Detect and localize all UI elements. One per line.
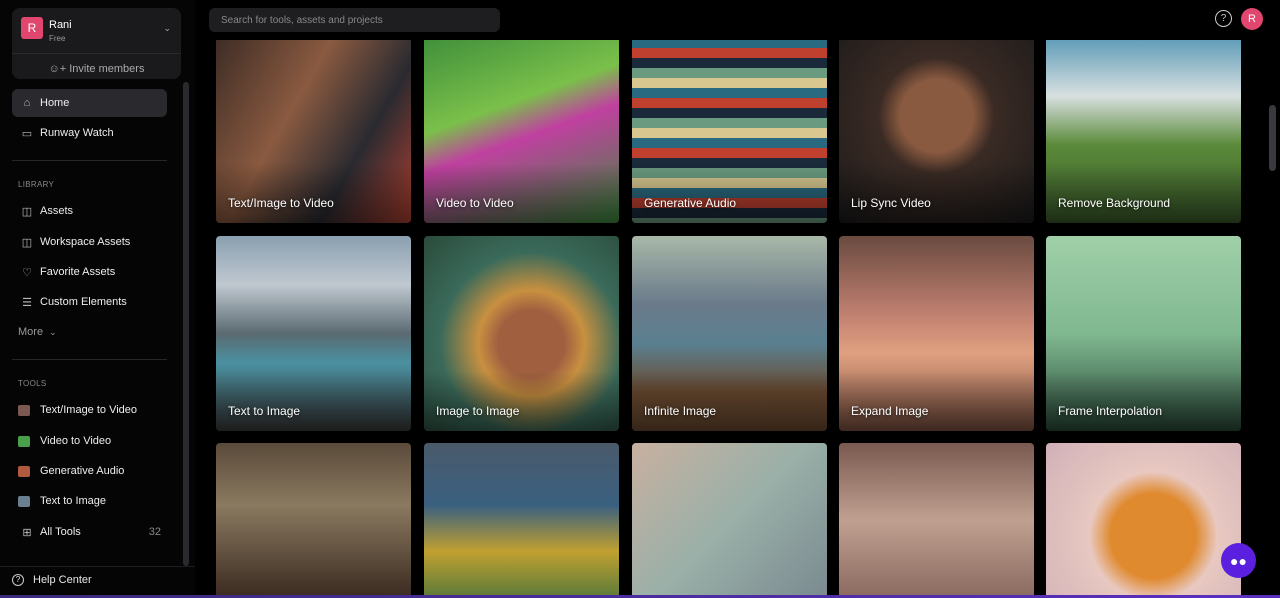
- workspace-switcher[interactable]: R Rani Free ⌄ ☺+ Invite members: [12, 8, 181, 79]
- user-plus-icon: ☺+: [48, 63, 70, 75]
- tool-card-label: Remove Background: [1058, 196, 1171, 210]
- tool-card-label: Infinite Image: [644, 404, 717, 418]
- sidebar-scrollbar[interactable]: [183, 82, 189, 566]
- chevron-down-icon[interactable]: ⌄: [163, 23, 171, 34]
- tools-count: 32: [148, 526, 161, 538]
- nav-label: Runway Watch: [40, 127, 114, 139]
- heart-icon: ♡: [22, 266, 32, 279]
- sidebar-item-runway-watch[interactable]: ▭ Runway Watch: [12, 119, 167, 147]
- tool-card-label: Expand Image: [851, 404, 929, 418]
- tools-grid: Text/Image to Video Video to Video Generat…: [195, 0, 1265, 598]
- tool-card-label: Frame Interpolation: [1058, 404, 1163, 418]
- more-label: More: [18, 326, 44, 338]
- help-label: Help Center: [33, 573, 92, 586]
- help-icon[interactable]: ?: [1215, 10, 1232, 27]
- tool-card[interactable]: [424, 443, 619, 598]
- nav-label: Text to Image: [40, 495, 107, 507]
- help-icon: ?: [12, 573, 24, 586]
- tool-thumbnail-icon: [18, 495, 30, 507]
- sidebar-all-tools[interactable]: ⊞ All Tools 32: [12, 518, 167, 546]
- tool-card-label: Generative Audio: [644, 196, 737, 210]
- nav-label: Assets: [40, 205, 74, 217]
- sidebar-item-assets[interactable]: ◫ Assets: [12, 197, 167, 225]
- nav-label: Generative Audio: [40, 465, 125, 477]
- workspace-avatar: R: [21, 17, 43, 39]
- tool-card[interactable]: Image to Image: [424, 236, 619, 431]
- tool-card-label: Lip Sync Video: [851, 196, 931, 210]
- nav-label: Video to Video: [40, 435, 112, 447]
- tool-card-label: Text/Image to Video: [228, 196, 334, 210]
- sidebar-item-home[interactable]: ⌂ Home: [12, 89, 167, 117]
- tool-card[interactable]: Frame Interpolation: [1046, 236, 1241, 431]
- library-heading: LIBRARY: [18, 180, 55, 189]
- sidebar-tool-generative-audio[interactable]: Generative Audio: [12, 457, 167, 485]
- tools-heading: TOOLS: [18, 379, 47, 388]
- nav-label: All Tools: [40, 526, 81, 538]
- sliders-icon: ☰: [22, 296, 32, 309]
- tool-card[interactable]: Remove Background: [1046, 28, 1241, 223]
- tool-card[interactable]: Expand Image: [839, 236, 1034, 431]
- invite-members-button[interactable]: ☺+ Invite members: [12, 53, 181, 75]
- sidebar: R Rani Free ⌄ ☺+ Invite members ⌂ Home ▭ R…: [0, 0, 195, 598]
- nav-label: Favorite Assets: [40, 266, 116, 278]
- search-input[interactable]: [209, 8, 500, 32]
- tool-card[interactable]: [839, 443, 1034, 598]
- home-icon: ⌂: [23, 97, 31, 109]
- grid-icon: ⊞: [22, 526, 32, 539]
- tool-card[interactable]: Lip Sync Video: [839, 28, 1034, 223]
- tv-icon: ▭: [21, 127, 33, 140]
- nav-label: Workspace Assets: [40, 236, 131, 248]
- tool-card-label: Image to Image: [436, 404, 520, 418]
- chat-icon: ●●: [1230, 552, 1247, 569]
- sidebar-tool-text-to-image[interactable]: Text to Image: [12, 487, 167, 515]
- tool-card-label: Video to Video: [436, 196, 514, 210]
- workspace-plan: Free: [49, 34, 66, 43]
- folder-share-icon: ◫: [21, 236, 33, 249]
- help-center-link[interactable]: ? Help Center: [0, 566, 195, 592]
- divider: [12, 160, 167, 161]
- tool-card[interactable]: Video to Video: [424, 28, 619, 223]
- tool-card[interactable]: Text to Image: [216, 236, 411, 431]
- tool-thumbnail-icon: [18, 404, 30, 416]
- workspace-name: Rani: [49, 19, 72, 31]
- sidebar-tool-video-to-video[interactable]: Video to Video: [12, 427, 167, 455]
- tool-thumbnail-icon: [18, 435, 30, 447]
- tool-thumbnail-icon: [18, 465, 30, 477]
- invite-label: Invite members: [69, 63, 145, 75]
- tool-card[interactable]: [216, 443, 411, 598]
- nav-label: Text/Image to Video: [40, 404, 138, 416]
- tool-card[interactable]: [632, 443, 827, 598]
- chat-support-button[interactable]: ●●: [1221, 543, 1256, 578]
- nav-label: Home: [40, 97, 70, 109]
- tool-card[interactable]: Generative Audio: [632, 28, 827, 223]
- sidebar-item-workspace-assets[interactable]: ◫ Workspace Assets: [12, 228, 167, 256]
- top-bar: ? R: [195, 0, 1280, 40]
- tool-card[interactable]: Text/Image to Video: [216, 28, 411, 223]
- tool-card[interactable]: Infinite Image: [632, 236, 827, 431]
- tool-card-label: Text to Image: [228, 404, 301, 418]
- sidebar-item-custom-elements[interactable]: ☰ Custom Elements: [12, 288, 167, 316]
- main-scrollbar[interactable]: [1269, 105, 1276, 171]
- tool-card[interactable]: [1046, 443, 1241, 598]
- divider: [12, 359, 167, 360]
- sidebar-item-favorite-assets[interactable]: ♡ Favorite Assets: [12, 258, 167, 286]
- more-button[interactable]: More ⌄: [12, 318, 167, 346]
- user-avatar[interactable]: R: [1241, 8, 1263, 30]
- sidebar-tool-text-image-to-video[interactable]: Text/Image to Video: [12, 396, 167, 424]
- folders-icon: ◫: [21, 205, 33, 218]
- nav-label: Custom Elements: [40, 296, 127, 308]
- chevron-down-icon: ⌄: [49, 326, 57, 337]
